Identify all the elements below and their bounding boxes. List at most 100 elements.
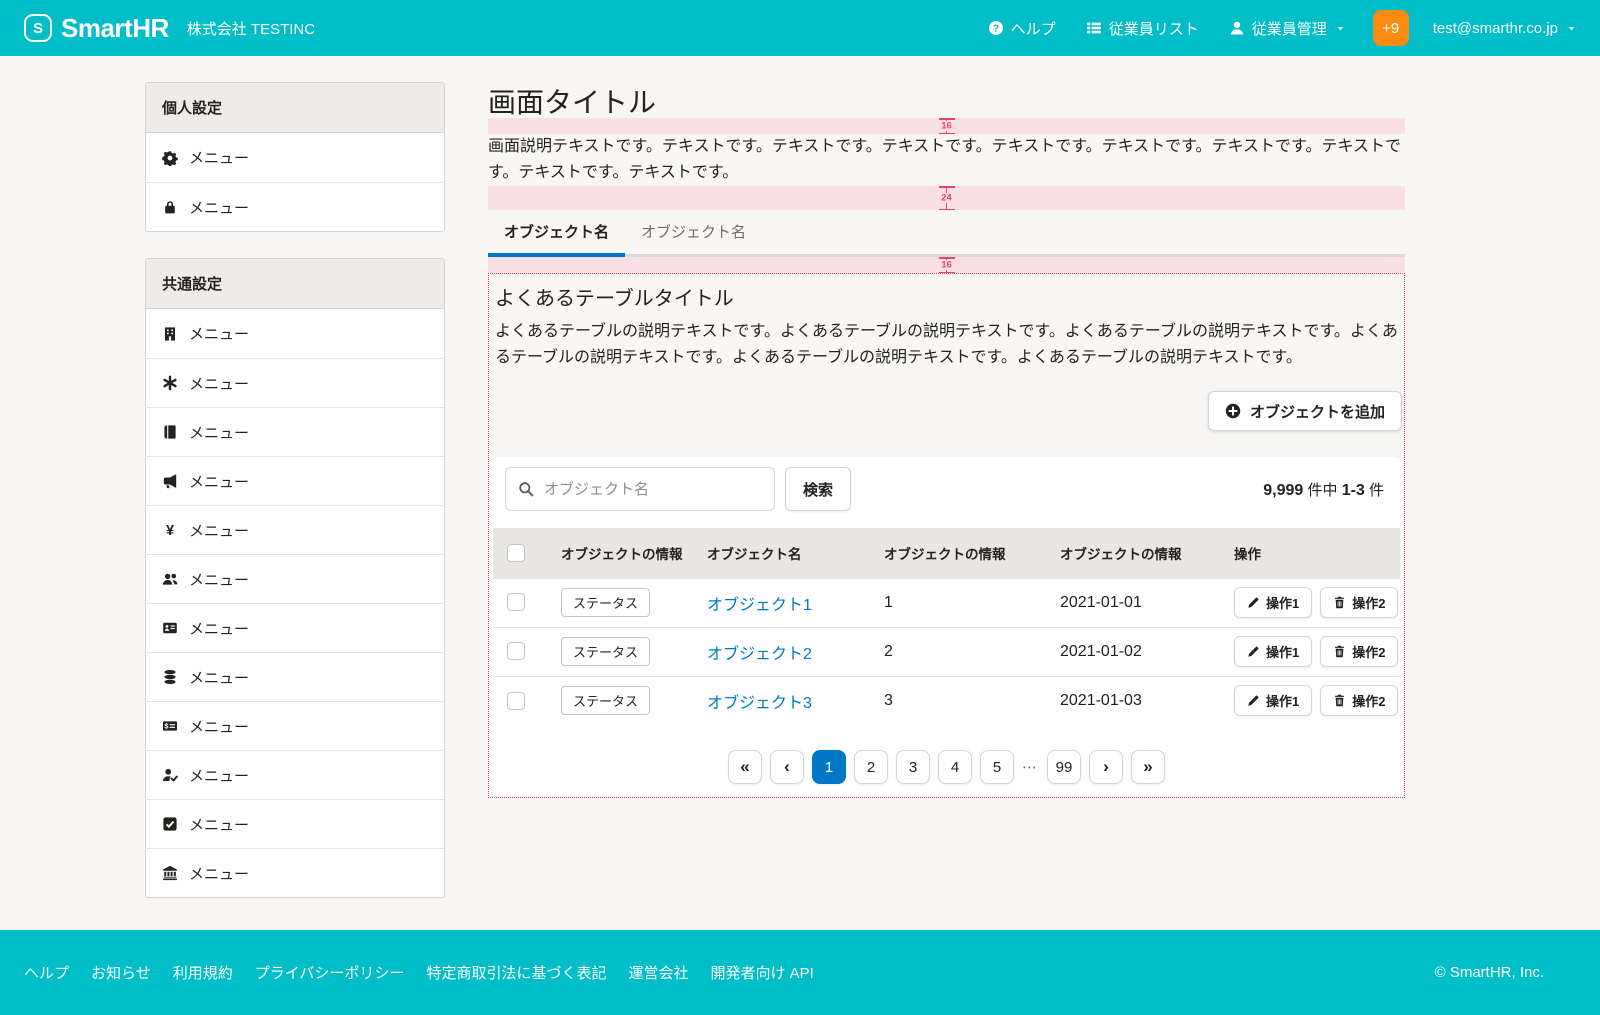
- column-header-1: オブジェクト名: [695, 528, 872, 578]
- count-unit: 件: [1369, 482, 1384, 499]
- add-object-button[interactable]: オブジェクトを追加: [1208, 391, 1402, 431]
- page-99-button[interactable]: 99: [1047, 750, 1081, 784]
- check-square-icon: [162, 816, 178, 832]
- database-icon: [162, 669, 178, 685]
- sidebar-panel-0: 個人設定メニューメニュー: [145, 82, 445, 232]
- footer-link-1[interactable]: お知らせ: [91, 962, 151, 983]
- row-action-1-button[interactable]: 操作1: [1234, 685, 1312, 716]
- footer-link-0[interactable]: ヘルプ: [24, 962, 69, 983]
- sidebar-item-1-1[interactable]: メニュー: [146, 358, 444, 407]
- column-header-2: オブジェクトの情報: [872, 528, 1048, 578]
- menu-item-label: メニュー: [189, 716, 249, 737]
- last-page-button[interactable]: »: [1131, 750, 1165, 784]
- asterisk-icon: [162, 375, 178, 391]
- footer-link-3[interactable]: プライバシーポリシー: [255, 962, 405, 983]
- next-page-button[interactable]: ›: [1089, 750, 1123, 784]
- object-section: よくあるテーブルタイトル よくあるテーブルの説明テキストです。よくあるテーブルの…: [488, 273, 1405, 798]
- sidebar-item-1-6[interactable]: メニュー: [146, 603, 444, 652]
- row-checkbox[interactable]: [507, 593, 525, 611]
- footer-link-5[interactable]: 運営会社: [628, 962, 688, 983]
- page-4-button[interactable]: 4: [938, 750, 972, 784]
- search-icon: [518, 481, 534, 497]
- sidebar-item-1-11[interactable]: メニュー: [146, 848, 444, 897]
- object-link[interactable]: オブジェクト3: [707, 695, 812, 712]
- users-icon: [162, 571, 178, 587]
- tab-0[interactable]: オブジェクト名: [488, 212, 625, 257]
- first-page-button[interactable]: «: [728, 750, 762, 784]
- sidebar-panel-1: 共通設定メニューメニューメニューメニュー¥メニューメニューメニューメニュー$メニ…: [145, 258, 445, 898]
- spacing-value: 24: [939, 193, 954, 203]
- row-action-2-button[interactable]: 操作2: [1320, 685, 1398, 716]
- object-info: 3: [872, 676, 1048, 725]
- plus-circle-icon: [1225, 403, 1241, 419]
- footer-link-2[interactable]: 利用規約: [173, 962, 233, 983]
- tab-1[interactable]: オブジェクト名: [625, 212, 762, 257]
- smarthr-logo[interactable]: S SmartHR: [24, 13, 169, 44]
- status-badge: ステータス: [561, 588, 650, 617]
- sidebar-item-1-5[interactable]: メニュー: [146, 554, 444, 603]
- account-menu[interactable]: test@smarthr.co.jp: [1433, 20, 1576, 37]
- menu-item-label: メニュー: [189, 863, 249, 884]
- sidebar-item-0-1[interactable]: メニュー: [146, 182, 444, 231]
- row-action-2-button[interactable]: 操作2: [1320, 636, 1398, 667]
- table-row: ステータスオブジェクト112021-01-01操作1操作2: [493, 578, 1400, 627]
- search-row: 検索 9,999 件中 1-3 件: [505, 467, 1388, 511]
- row-action-1-button[interactable]: 操作1: [1234, 587, 1312, 618]
- header-nav: ?ヘルプ 従業員リスト 従業員管理: [988, 18, 1345, 39]
- search-button[interactable]: 検索: [785, 467, 851, 511]
- sidebar-item-0-0[interactable]: メニュー: [146, 133, 444, 182]
- row-action-1-button[interactable]: 操作1: [1234, 636, 1312, 667]
- count-range: 1-3: [1342, 482, 1365, 499]
- trash-icon: [1333, 694, 1346, 707]
- page-3-button[interactable]: 3: [896, 750, 930, 784]
- question-circle-icon: ?: [988, 20, 1004, 36]
- sidebar-item-1-0[interactable]: メニュー: [146, 309, 444, 358]
- sidebar-item-1-3[interactable]: メニュー: [146, 456, 444, 505]
- list-icon: [1086, 20, 1102, 36]
- sidebar-item-1-4[interactable]: ¥メニュー: [146, 505, 444, 554]
- landmark-icon: [162, 865, 178, 881]
- menu-item-label: メニュー: [189, 422, 249, 443]
- footer-links: ヘルプ お知らせ 利用規約 プライバシーポリシー特定商取引法に基づく表記 運営会社 開発者…: [24, 962, 814, 983]
- spacing-annotation-16: 16: [488, 118, 1405, 134]
- sidebar-item-1-10[interactable]: メニュー: [146, 799, 444, 848]
- menu-item-label: メニュー: [189, 520, 249, 541]
- status-badge: ステータス: [561, 686, 650, 715]
- sidebar-item-1-9[interactable]: メニュー: [146, 750, 444, 799]
- page-5-button[interactable]: 5: [980, 750, 1014, 784]
- page-2-button[interactable]: 2: [854, 750, 888, 784]
- spacing-annotation-16: 16: [488, 257, 1405, 273]
- select-all-cell: [493, 528, 549, 578]
- footer-link-6[interactable]: 開発者向け API: [710, 962, 813, 983]
- search-input[interactable]: [505, 467, 775, 511]
- user-icon: [1229, 20, 1245, 36]
- spacing-value: 16: [939, 121, 954, 131]
- svg-text:?: ?: [992, 23, 998, 35]
- sidebar-item-1-2[interactable]: メニュー: [146, 407, 444, 456]
- notification-badge[interactable]: +9: [1373, 10, 1409, 46]
- header-nav-item-0[interactable]: ?ヘルプ: [988, 18, 1056, 39]
- header-nav-item-1[interactable]: 従業員リスト: [1086, 18, 1199, 39]
- object-link[interactable]: オブジェクト1: [707, 597, 812, 614]
- tab-bar: オブジェクト名オブジェクト名: [488, 212, 1405, 257]
- object-link[interactable]: オブジェクト2: [707, 646, 812, 663]
- row-checkbox[interactable]: [507, 642, 525, 660]
- table-card: 検索 9,999 件中 1-3 件 オブジェクトの情報オブジェクト名オブジェクト…: [491, 457, 1402, 795]
- object-info: 1: [872, 578, 1048, 627]
- select-all-checkbox[interactable]: [507, 544, 525, 562]
- footer-link-4[interactable]: 特定商取引法に基づく表記: [426, 962, 606, 983]
- prev-page-button[interactable]: ‹: [770, 750, 804, 784]
- menu-item-label: メニュー: [189, 197, 249, 218]
- nav-label: 従業員管理: [1252, 18, 1327, 39]
- section-description: よくあるテーブルの説明テキストです。よくあるテーブルの説明テキストです。よくある…: [491, 319, 1402, 371]
- sidebar-item-1-7[interactable]: メニュー: [146, 652, 444, 701]
- page-body: 個人設定メニューメニュー共通設定メニューメニューメニューメニュー¥メニューメニュ…: [0, 56, 1600, 930]
- row-checkbox[interactable]: [507, 692, 525, 710]
- column-header-0: オブジェクトの情報: [549, 528, 695, 578]
- header-nav-item-2[interactable]: 従業員管理: [1229, 18, 1345, 39]
- table-row: ステータスオブジェクト222021-01-02操作1操作2: [493, 627, 1400, 676]
- money-check-icon: $: [162, 718, 178, 734]
- row-action-2-button[interactable]: 操作2: [1320, 587, 1398, 618]
- page-1-button[interactable]: 1: [812, 750, 846, 784]
- sidebar-item-1-8[interactable]: $ メニュー: [146, 701, 444, 750]
